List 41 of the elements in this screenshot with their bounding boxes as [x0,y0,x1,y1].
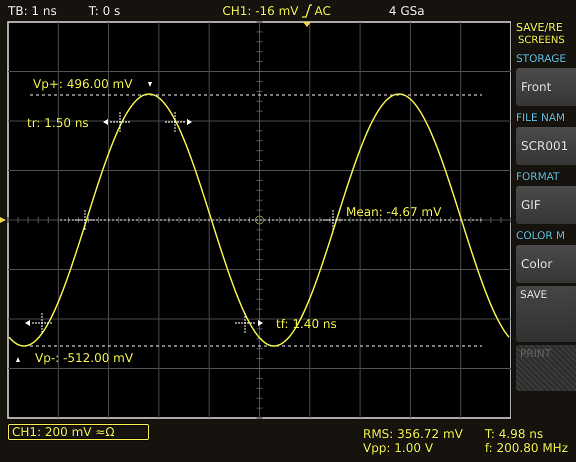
right-arrow-icon [187,119,192,125]
menu-title: SCREENS [517,34,566,47]
measurement-label: Vp-: -512.00 mV [35,351,134,365]
trigger-time-readout: T: 0 s [88,4,120,18]
cursor-cross-icon [164,112,186,132]
measurement-readout: RMS: 356.72 mV [362,426,463,440]
menu-item-label: FORMAT [516,171,560,184]
measurement-label: Vp+: 496.00 mV [33,77,132,91]
trough-marker-icon [16,357,20,362]
peak-marker-icon [148,82,152,87]
channel-scale-readout[interactable]: CH1: 200 mV ≈Ω [8,424,149,440]
sample-rate-readout: 4 GSa [388,4,425,18]
ground-level-icon [0,217,6,223]
menu-value-button[interactable]: Color [516,245,576,283]
timebase-readout: TB: 1 ns [8,4,57,18]
cursor-cross-icon [234,312,256,334]
measurement-readout: f: 200.80 MHz [484,440,568,454]
menu-value-button[interactable]: Front [516,68,576,106]
menu-value-button[interactable]: SCR001 [516,127,576,165]
measurement-label: tr: 1.50 ns [27,116,89,130]
coupling-readout: AC [314,4,331,18]
trigger-position-icon [303,22,311,27]
left-arrow-icon [103,119,108,125]
cursor-cross-icon [322,210,344,230]
cursor-cross-icon [32,312,52,334]
menu-value-button[interactable]: GIF [516,186,576,224]
right-arrow-icon [258,320,263,326]
menu-action-button[interactable]: SAVE [516,286,576,342]
menu-item-label: STORAGE [516,53,567,66]
center-marker-icon [255,216,264,224]
trigger-channel-readout: CH1: -16 mV [222,4,299,18]
menu-title: SAVE/RE [516,21,564,34]
rising-edge-icon [300,4,313,18]
left-arrow-icon [25,320,30,326]
measurement-readout: T: 4.98 ns [484,426,544,440]
measurement-label: Mean: -4.67 mV [346,205,442,219]
menu-item-label: COLOR M [516,230,566,243]
cursor-cross-icon [74,210,96,230]
cursor-cross-icon [110,112,130,132]
menu-item-label: FILE NAM [516,112,566,125]
measurement-readout: Vpp: 1.00 V [362,440,434,454]
